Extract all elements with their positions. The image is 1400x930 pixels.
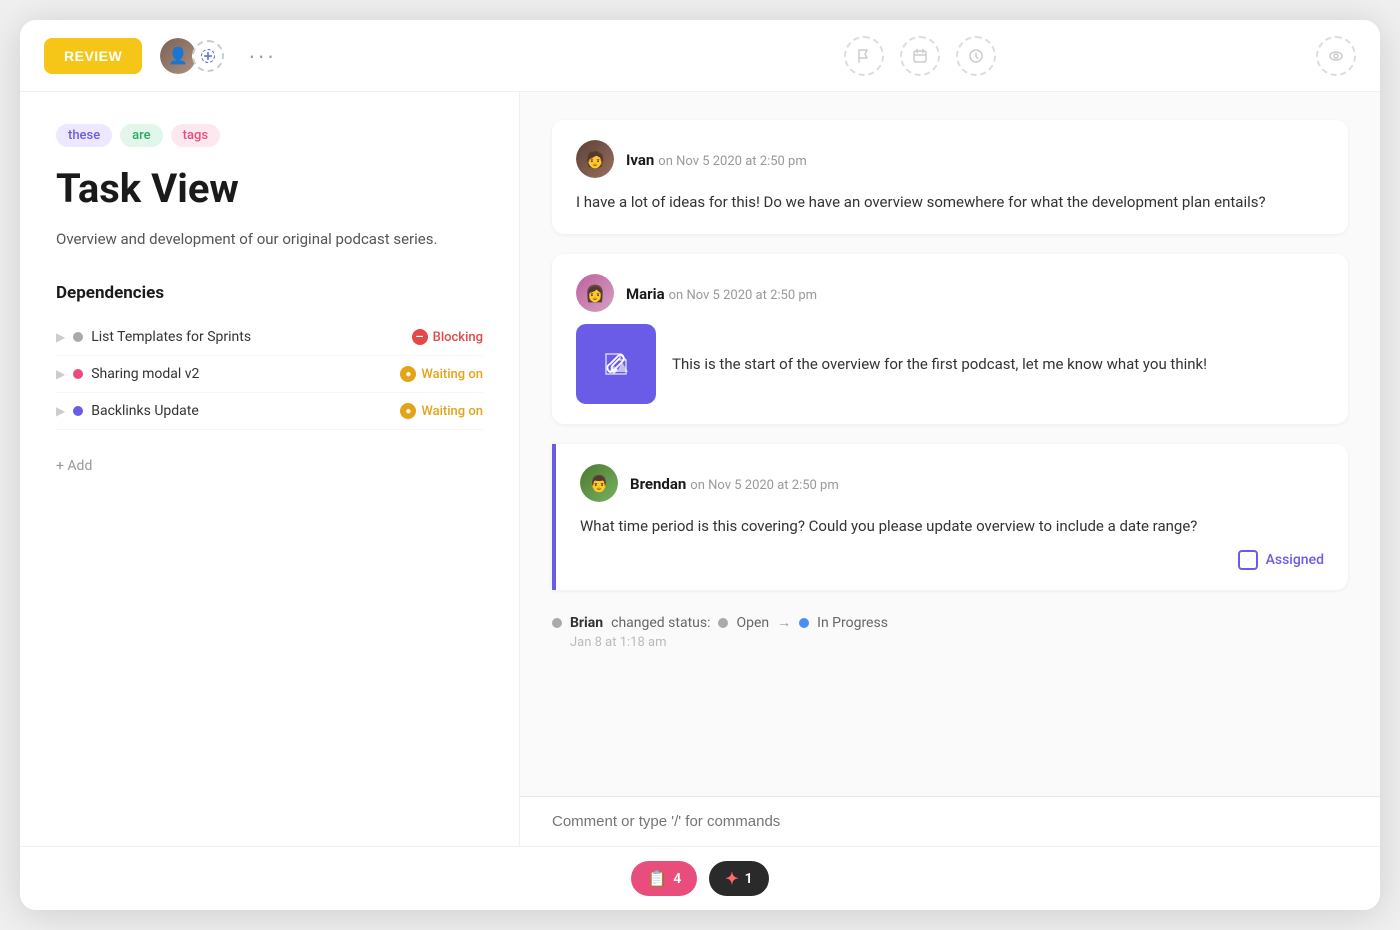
- badge-notifications[interactable]: 📋 4: [631, 861, 697, 896]
- comment-author: Brendan: [630, 475, 686, 493]
- attachment-thumb[interactable]: [576, 324, 656, 404]
- status-to-dot: [799, 618, 809, 628]
- top-bar: REVIEW 👤 ···: [20, 20, 1380, 92]
- calendar-button[interactable]: [900, 36, 940, 76]
- status-change-action: changed status:: [611, 615, 710, 631]
- dep-dot-icon: [73, 369, 83, 379]
- comment-header: 👨 Brendan on Nov 5 2020 at 2:50 pm: [580, 464, 1324, 502]
- bottom-bar: 📋 4 ✦ 1: [20, 846, 1380, 910]
- dependency-item: ▶ Backlinks Update ● Waiting on: [56, 393, 483, 430]
- comment-header: 🧑 Ivan on Nov 5 2020 at 2:50 pm: [576, 140, 1324, 178]
- clock-button[interactable]: [956, 36, 996, 76]
- badge-count-pink: 4: [673, 871, 681, 887]
- dep-dot-icon: [73, 406, 83, 416]
- comment-card-brendan: 👨 Brendan on Nov 5 2020 at 2:50 pm What …: [552, 444, 1348, 590]
- status-dot-gray: [552, 618, 562, 628]
- status-from-dot: [718, 618, 728, 628]
- tag-are[interactable]: are: [120, 124, 162, 147]
- add-member-button[interactable]: [192, 40, 224, 72]
- assigned-label: Assigned: [1266, 552, 1324, 568]
- status-change-item: Brian changed status: Open → In Progress…: [552, 610, 1348, 654]
- eye-button[interactable]: [1316, 36, 1356, 76]
- ivan-avatar: 🧑: [576, 140, 614, 178]
- comment-meta: Maria on Nov 5 2020 at 2:50 pm: [626, 284, 817, 303]
- status-to-label: In Progress: [817, 615, 888, 631]
- comment-author: Ivan: [626, 151, 654, 169]
- comment-author: Maria: [626, 285, 665, 303]
- dep-name: Backlinks Update: [91, 403, 392, 419]
- comment-text: What time period is this covering? Could…: [580, 514, 1324, 538]
- tags-row: these are tags: [56, 124, 483, 147]
- brendan-avatar: 👨: [580, 464, 618, 502]
- blocking-icon: —: [412, 329, 428, 345]
- badge-icon-pink: 📋: [647, 869, 667, 888]
- badge-icon-dark: ✦: [725, 869, 738, 888]
- comment-time: on Nov 5 2020 at 2:50 pm: [658, 154, 806, 169]
- maria-avatar: 👩: [576, 274, 614, 312]
- dependency-item: ▶ Sharing modal v2 ● Waiting on: [56, 356, 483, 393]
- comments-area: 🧑 Ivan on Nov 5 2020 at 2:50 pm I have a…: [520, 92, 1380, 796]
- status-change-user: Brian: [570, 615, 603, 631]
- dep-name: List Templates for Sprints: [91, 329, 403, 345]
- top-bar-right: [1296, 36, 1356, 76]
- waiting-icon: ●: [400, 403, 416, 419]
- tag-tags[interactable]: tags: [171, 124, 220, 147]
- right-panel: 🧑 Ivan on Nov 5 2020 at 2:50 pm I have a…: [520, 92, 1380, 846]
- tag-these[interactable]: these: [56, 124, 112, 147]
- comment-input[interactable]: [552, 813, 1348, 830]
- comment-input-bar: [520, 796, 1380, 846]
- top-bar-center: [544, 36, 1296, 76]
- dep-chevron-icon[interactable]: ▶: [56, 404, 65, 418]
- add-dependency-button[interactable]: + Add: [56, 450, 483, 482]
- assigned-checkbox[interactable]: [1238, 550, 1258, 570]
- comment-text: This is the start of the overview for th…: [672, 352, 1207, 376]
- dep-status: ● Waiting on: [400, 366, 483, 382]
- comment-card-maria: 👩 Maria on Nov 5 2020 at 2:50 pm: [552, 254, 1348, 424]
- comment-meta: Brendan on Nov 5 2020 at 2:50 pm: [630, 474, 839, 493]
- badge-count-dark: 1: [745, 871, 753, 887]
- dependency-list: ▶ List Templates for Sprints — Blocking …: [56, 319, 483, 430]
- left-panel: these are tags Task View Overview and de…: [20, 92, 520, 846]
- dep-chevron-icon[interactable]: ▶: [56, 367, 65, 381]
- comment-meta: Ivan on Nov 5 2020 at 2:50 pm: [626, 150, 807, 169]
- status-change-row: Brian changed status: Open → In Progress: [552, 614, 1348, 631]
- comment-card-ivan: 🧑 Ivan on Nov 5 2020 at 2:50 pm I have a…: [552, 120, 1348, 234]
- avatar-group: 👤: [158, 36, 224, 76]
- status-from-label: Open: [736, 615, 769, 631]
- dependencies-title: Dependencies: [56, 283, 483, 303]
- comment-with-attachment: This is the start of the overview for th…: [576, 324, 1324, 404]
- task-title: Task View: [56, 167, 483, 211]
- task-description: Overview and development of our original…: [56, 227, 483, 251]
- arrow-icon: →: [777, 614, 791, 631]
- dependency-item: ▶ List Templates for Sprints — Blocking: [56, 319, 483, 356]
- dep-status: ● Waiting on: [400, 403, 483, 419]
- dep-chevron-icon[interactable]: ▶: [56, 330, 65, 344]
- comment-header: 👩 Maria on Nov 5 2020 at 2:50 pm: [576, 274, 1324, 312]
- comment-text: I have a lot of ideas for this! Do we ha…: [576, 190, 1324, 214]
- status-change-time: Jan 8 at 1:18 am: [570, 635, 1348, 650]
- flag-button[interactable]: [844, 36, 884, 76]
- review-button[interactable]: REVIEW: [44, 38, 142, 74]
- main-content: these are tags Task View Overview and de…: [20, 92, 1380, 846]
- waiting-icon: ●: [400, 366, 416, 382]
- comment-time: on Nov 5 2020 at 2:50 pm: [690, 478, 838, 493]
- more-options-button[interactable]: ···: [240, 43, 284, 69]
- dep-name: Sharing modal v2: [91, 366, 392, 382]
- assigned-row: Assigned: [580, 550, 1324, 570]
- badge-figma[interactable]: ✦ 1: [709, 861, 768, 896]
- dep-dot-icon: [73, 332, 83, 342]
- top-bar-left: REVIEW 👤 ···: [44, 36, 544, 76]
- dep-status: — Blocking: [412, 329, 483, 345]
- comment-time: on Nov 5 2020 at 2:50 pm: [669, 288, 817, 303]
